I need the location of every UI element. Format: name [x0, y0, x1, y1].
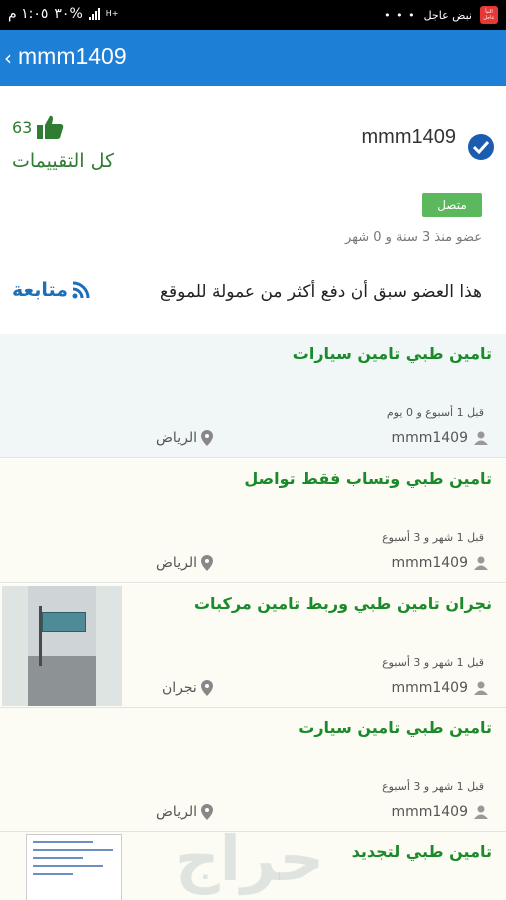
listing-city: نجران	[162, 680, 213, 696]
signal-icon	[88, 8, 100, 20]
app-bar: ‹ mmm1409	[0, 30, 506, 86]
profile-section: 63 كل التقييمات mmm1409 متصل عضو منذ 3 س…	[0, 86, 506, 334]
thumbs-up-icon	[37, 115, 64, 139]
listing-city-name: نجران	[162, 680, 197, 696]
haraj-watermark-logo: حراج	[175, 822, 325, 895]
notification-text: نبض عاجل	[423, 8, 472, 22]
listing-username: mmm1409	[391, 680, 468, 696]
listing-title[interactable]: تامين طبي لتجديد	[352, 842, 492, 861]
listing-title[interactable]: نجران تامين طبي وربط تامين مركبات	[194, 594, 492, 613]
news-app-icon: النبأ عاجل	[480, 6, 498, 24]
listing-title[interactable]: تامين طبي تامين سيارت	[298, 718, 492, 737]
user-icon	[474, 431, 488, 445]
user-icon	[474, 681, 488, 695]
listing-time: قبل 1 شهر و 3 أسبوع	[382, 656, 484, 669]
listing-city-name: الرياض	[156, 555, 197, 571]
user-icon	[474, 805, 488, 819]
listing-thumbnail[interactable]	[2, 586, 122, 706]
status-right: • • • نبض عاجل النبأ عاجل	[384, 6, 498, 24]
location-pin-icon	[200, 430, 213, 446]
listing-user[interactable]: mmm1409	[391, 555, 488, 571]
listing-user[interactable]: mmm1409	[391, 430, 488, 446]
listing-card[interactable]: نجران تامين طبي وربط تامين مركبات قبل 1 …	[0, 584, 506, 708]
location-pin-icon	[200, 680, 213, 696]
listing-card[interactable]: تامين طبي تامين سيارت قبل 1 شهر و 3 أسبو…	[0, 708, 506, 832]
follow-button[interactable]: متابعة	[12, 279, 90, 301]
listing-city-name: الرياض	[156, 804, 197, 820]
listing-time: قبل 1 شهر و 3 أسبوع	[382, 780, 484, 793]
battery-level: ٣٠%	[54, 6, 83, 22]
listing-user[interactable]: mmm1409	[391, 804, 488, 820]
listing-user[interactable]: mmm1409	[391, 680, 488, 696]
follow-label: متابعة	[12, 279, 69, 301]
location-pin-icon	[200, 555, 213, 571]
online-status-badge: متصل	[422, 193, 482, 217]
page-title: mmm1409	[18, 43, 127, 69]
all-ratings-link[interactable]: كل التقييمات	[12, 150, 114, 172]
likes-counter[interactable]: 63	[12, 114, 64, 140]
listing-username: mmm1409	[391, 804, 468, 820]
listing-username: mmm1409	[391, 430, 468, 446]
network-type: H+	[105, 9, 119, 18]
listing-time: قبل 1 أسبوع و 0 يوم	[386, 406, 484, 419]
commission-note: هذا العضو سبق أن دفع أكثر من عمولة للموق…	[160, 282, 482, 302]
more-notifications-icon: • • •	[384, 8, 416, 22]
profile-username: mmm1409	[361, 126, 456, 148]
member-since: عضو منذ 3 سنة و 0 شهر	[345, 230, 482, 245]
listing-username: mmm1409	[391, 555, 468, 571]
status-left: ١:٠٥ م ٣٠% H+	[8, 6, 118, 22]
rss-icon	[72, 281, 90, 299]
listing-card[interactable]: تامين طبي تامين سيارات قبل 1 أسبوع و 0 ي…	[0, 334, 506, 458]
status-bar: ١:٠٥ م ٣٠% H+ • • • نبض عاجل النبأ عاجل	[0, 0, 506, 30]
user-icon	[474, 556, 488, 570]
likes-count: 63	[12, 117, 33, 137]
listing-city: الرياض	[156, 555, 213, 571]
status-time: ١:٠٥ م	[8, 6, 49, 22]
back-chevron-icon[interactable]: ‹	[4, 46, 12, 70]
listing-card[interactable]: تامين طبي وتساب فقط تواصل قبل 1 شهر و 3 …	[0, 459, 506, 583]
listing-city: الرياض	[156, 804, 213, 820]
location-pin-icon	[200, 804, 213, 820]
listing-city: الرياض	[156, 430, 213, 446]
photo-road-sign	[42, 612, 86, 632]
verified-check-icon	[468, 134, 494, 160]
listing-title[interactable]: تامين طبي تامين سيارات	[293, 344, 492, 363]
listing-title[interactable]: تامين طبي وتساب فقط تواصل	[244, 469, 492, 488]
listing-thumbnail[interactable]	[26, 834, 122, 900]
listing-time: قبل 1 شهر و 3 أسبوع	[382, 531, 484, 544]
listing-city-name: الرياض	[156, 430, 197, 446]
